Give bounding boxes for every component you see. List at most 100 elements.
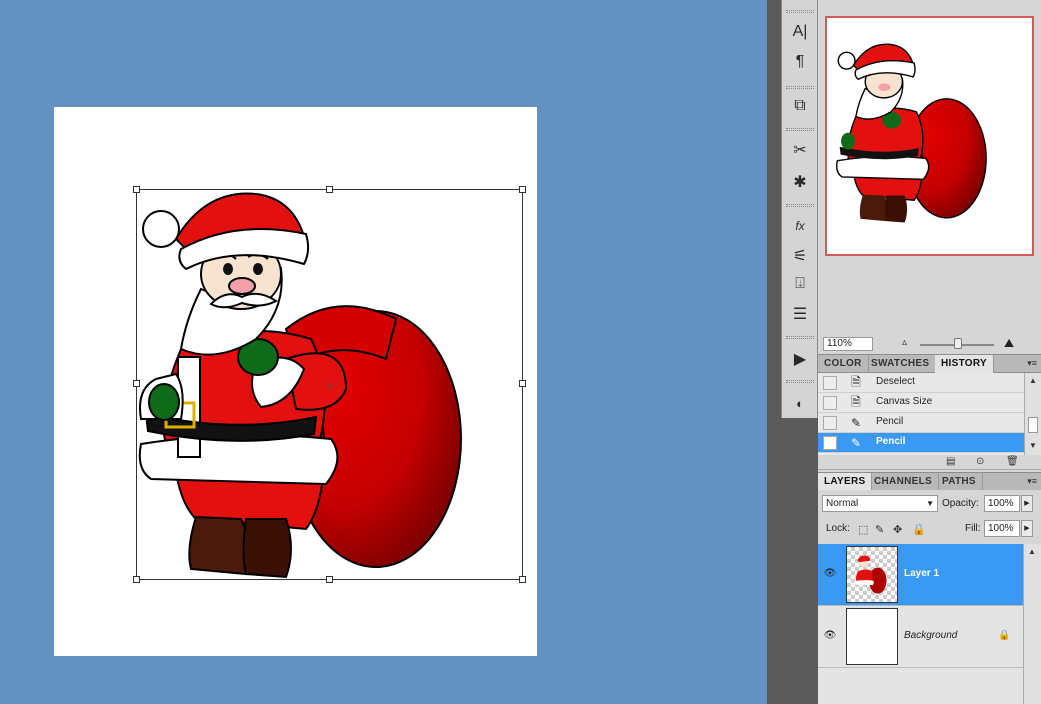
- scroll-up-icon[interactable]: ▲: [1028, 547, 1036, 556]
- lock-image-pixels-icon[interactable]: ✎: [875, 523, 884, 536]
- history-item-label: Pencil: [876, 416, 904, 427]
- document-icon: 🗎: [851, 394, 861, 409]
- history-snapshot-checkbox[interactable]: [823, 396, 837, 410]
- tab-channels[interactable]: CHANNELS: [868, 473, 939, 491]
- strip-grip[interactable]: [786, 128, 814, 131]
- transform-handle-bottom-left[interactable]: [133, 576, 140, 583]
- history-item[interactable]: 🗎 Deselect: [818, 373, 1024, 393]
- tab-layers[interactable]: LAYERS: [818, 473, 873, 491]
- transform-handle-bottom-right[interactable]: [519, 576, 526, 583]
- history-item[interactable]: 🗎 Canvas Size: [818, 393, 1024, 413]
- navigator-santa-preview: [836, 43, 987, 223]
- history-scrollbar[interactable]: ▲ ▼: [1024, 373, 1041, 455]
- lock-position-icon[interactable]: ✥: [893, 523, 902, 536]
- history-panel: 🗎 Deselect 🗎 Canvas Size ✎ Pencil ✎ Penc…: [818, 373, 1041, 455]
- history-tabbar: COLOR SWATCHES HISTORY ▾≡: [818, 354, 1041, 373]
- strip-grip[interactable]: [786, 336, 814, 339]
- zoom-in-icon[interactable]: ⛰: [1004, 336, 1014, 351]
- transform-handle-top-right[interactable]: [519, 186, 526, 193]
- scroll-down-icon[interactable]: ▼: [1029, 441, 1037, 450]
- layers-controls: Normal ▼ Opacity: 100% ▶ Lock: ⬚ ✎ ✥ 🔒 F…: [818, 490, 1041, 544]
- navigator-thumbnail[interactable]: [825, 16, 1034, 256]
- lock-icon: 🔒: [998, 630, 1011, 641]
- history-snapshot-checkbox[interactable]: [823, 416, 837, 430]
- zoom-out-icon[interactable]: ▵: [902, 337, 907, 348]
- masks-icon[interactable]: ⍗: [788, 272, 812, 296]
- history-item-label: Deselect: [876, 376, 915, 387]
- document-icon: 🗎: [851, 374, 861, 389]
- navigator-zoom-row: 110% ▵ ⛰: [818, 336, 1041, 352]
- history-item[interactable]: ✎ Pencil: [818, 413, 1024, 433]
- styles-fx-icon[interactable]: fx: [788, 214, 812, 238]
- layers-tabbar: LAYERS CHANNELS PATHS ▾≡: [818, 472, 1041, 491]
- layers-list: 👁 Layer 1 👁 Background 🔒: [818, 544, 1023, 704]
- tab-color[interactable]: COLOR: [818, 355, 869, 373]
- lock-all-icon[interactable]: 🔒: [912, 523, 926, 536]
- adjustments-icon[interactable]: ⚟: [788, 244, 812, 268]
- opacity-field[interactable]: 100%: [984, 495, 1020, 512]
- transform-handle-middle-left[interactable]: [133, 380, 140, 387]
- tool-presets-icon[interactable]: ✂: [788, 138, 812, 162]
- tab-history[interactable]: HISTORY: [935, 355, 994, 373]
- panel-gutter: [767, 0, 781, 704]
- layer-row-background[interactable]: 👁 Background 🔒: [818, 606, 1023, 668]
- transform-handle-bottom-center[interactable]: [326, 576, 333, 583]
- blend-mode-dropdown[interactable]: Normal ▼: [822, 495, 938, 512]
- strip-empty-area: [781, 418, 818, 704]
- opacity-label: Opacity:: [942, 498, 979, 509]
- strip-grip[interactable]: [786, 204, 814, 207]
- fill-label: Fill:: [965, 523, 981, 534]
- layer-row-layer-1[interactable]: 👁 Layer 1: [818, 544, 1023, 606]
- fill-slider-button[interactable]: ▶: [1021, 520, 1033, 537]
- history-scroll-thumb[interactable]: [1028, 417, 1038, 433]
- scroll-up-icon[interactable]: ▲: [1029, 376, 1037, 385]
- new-document-from-state-icon[interactable]: ▤: [946, 456, 955, 467]
- lock-transparent-pixels-icon[interactable]: ⬚: [858, 523, 868, 536]
- new-snapshot-icon[interactable]: ⊙: [976, 456, 984, 467]
- layer-thumbnail-santa: [853, 555, 887, 594]
- eye-icon[interactable]: 👁: [823, 629, 837, 643]
- delete-state-icon[interactable]: 🗑: [1006, 456, 1019, 467]
- notes-icon[interactable]: ☰: [788, 302, 812, 326]
- layer-thumbnail[interactable]: [846, 608, 898, 665]
- history-snapshot-checkbox[interactable]: [823, 376, 837, 390]
- eye-icon[interactable]: 👁: [823, 567, 837, 581]
- clone-source-panel-icon[interactable]: ⧉: [788, 94, 812, 118]
- opacity-slider-button[interactable]: ▶: [1021, 495, 1033, 512]
- tab-paths[interactable]: PATHS: [936, 473, 983, 491]
- transform-reference-point-icon[interactable]: ✧: [325, 379, 335, 393]
- transform-handle-top-left[interactable]: [133, 186, 140, 193]
- canvas-workspace[interactable]: ✧: [0, 0, 767, 704]
- navigator-panel: 110% ▵ ⛰: [818, 0, 1041, 354]
- layer-name[interactable]: Background: [904, 630, 957, 641]
- info-panel-icon[interactable]: ◐: [788, 391, 812, 415]
- fill-field[interactable]: 100%: [984, 520, 1020, 537]
- character-panel-icon[interactable]: A|: [788, 20, 812, 44]
- tab-swatches[interactable]: SWATCHES: [865, 355, 937, 373]
- pencil-icon: ✎: [850, 416, 862, 430]
- blend-mode-value: Normal: [826, 498, 859, 509]
- transform-handle-middle-right[interactable]: [519, 380, 526, 387]
- layer-name[interactable]: Layer 1: [904, 568, 939, 579]
- strip-grip[interactable]: [786, 380, 814, 383]
- lock-label: Lock:: [826, 523, 850, 534]
- pencil-icon: ✎: [850, 436, 862, 450]
- strip-grip[interactable]: [786, 86, 814, 89]
- history-footer: ▤ ⊙ 🗑: [818, 455, 1041, 470]
- chevron-down-icon: ▼: [926, 499, 934, 508]
- history-item-selected[interactable]: ✎ Pencil: [818, 433, 1024, 453]
- layers-scrollbar[interactable]: ▲: [1023, 544, 1041, 704]
- history-item-label: Canvas Size: [876, 396, 933, 407]
- panel-menu-icon[interactable]: ▾≡: [1027, 358, 1037, 369]
- zoom-slider-knob[interactable]: [954, 338, 962, 349]
- layer-thumbnail[interactable]: [846, 546, 898, 603]
- history-brush-source-icon[interactable]: [823, 436, 837, 450]
- transform-handle-top-center[interactable]: [326, 186, 333, 193]
- panel-menu-icon[interactable]: ▾≡: [1027, 476, 1037, 487]
- actions-play-icon[interactable]: ▶: [788, 347, 812, 371]
- history-item-label: Pencil: [876, 436, 906, 447]
- brushes-panel-icon[interactable]: ✱: [788, 170, 812, 194]
- strip-grip[interactable]: [786, 10, 814, 13]
- zoom-level-field[interactable]: 110%: [823, 337, 873, 351]
- paragraph-panel-icon[interactable]: ¶: [788, 50, 812, 74]
